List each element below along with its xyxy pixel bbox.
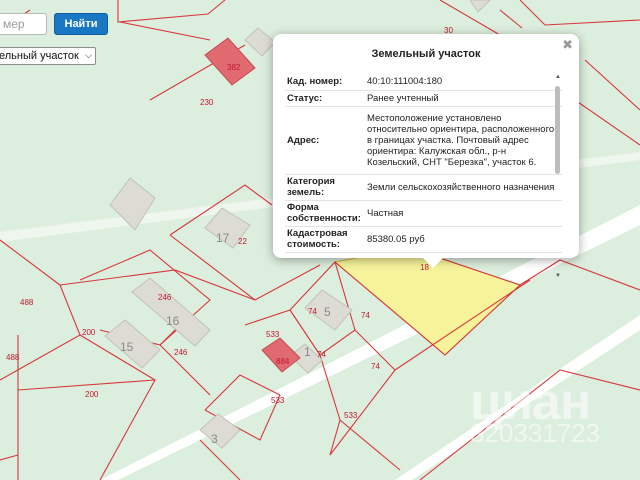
search-button[interactable]: Найти	[54, 13, 108, 35]
table-row: Кадастровая стоимость: 85380.05 руб	[285, 226, 562, 253]
plot-number: 74	[317, 350, 326, 359]
plot-number: 488	[20, 298, 34, 307]
watermark-id: 320331723	[470, 418, 601, 448]
house-number: 1	[304, 345, 311, 359]
layer-select-value: ельный участок	[0, 50, 79, 62]
layer-select[interactable]: ельный участок ⌵	[0, 47, 96, 65]
scroll-up-icon[interactable]: ▲	[554, 74, 562, 80]
row-value: 40:10:111004:180	[365, 74, 562, 91]
table-row: Категория земель: Земли сельскохозяйстве…	[285, 174, 562, 201]
plot-number: 533	[271, 396, 285, 405]
search-input[interactable]	[0, 13, 47, 35]
close-icon[interactable]: ✖	[562, 37, 573, 53]
plot-number: 533	[344, 411, 358, 420]
plot-number: 74	[361, 311, 370, 320]
row-key: Кадастровая стоимость:	[285, 226, 365, 253]
plot-number: 230	[200, 98, 214, 107]
plot-number: 488	[6, 353, 20, 362]
row-value: 85380.05 руб	[365, 226, 562, 253]
table-row: Статус: Ранее учтенный	[285, 90, 562, 107]
plot-number: 74	[308, 307, 317, 316]
house-number: 17	[216, 231, 230, 245]
chevron-down-icon: ⌵	[85, 50, 92, 60]
row-value: Ранее учтенный	[365, 90, 562, 107]
row-value: Земли сельскохозяйственного назначения	[365, 174, 562, 201]
plot-number: 246	[158, 293, 172, 302]
house-number: 15	[120, 340, 134, 354]
plot-number: 533	[266, 330, 280, 339]
plot-number: 200	[85, 390, 99, 399]
row-value: Местоположение установлено относительно …	[365, 106, 562, 175]
plot-number: 382	[227, 63, 241, 72]
row-key: Форма собственности:	[285, 200, 365, 227]
row-key: Адрес:	[285, 106, 365, 175]
parcel-info-popup: Земельный участок ✖ Кад. номер: 40:10:11…	[273, 34, 579, 279]
popup-pointer	[423, 258, 443, 268]
house-number: 3	[211, 432, 218, 446]
popup-scrollbar[interactable]: ▲ ▼	[554, 74, 562, 279]
house-number: 5	[324, 305, 331, 319]
popup-title: Земельный участок	[371, 48, 481, 60]
row-key: Статус:	[285, 90, 365, 107]
plot-number: 22	[238, 237, 247, 246]
table-row: Кад. номер: 40:10:111004:180	[285, 74, 562, 91]
plot-number: 200	[82, 328, 96, 337]
row-value: Частная	[365, 200, 562, 227]
table-row: Адрес: Местоположение установлено относи…	[285, 106, 562, 175]
plot-number: 246	[174, 348, 188, 357]
row-key: Категория земель:	[285, 174, 365, 201]
row-key: Кад. номер:	[285, 74, 365, 91]
popup-body: Кад. номер: 40:10:111004:180 Статус: Ран…	[285, 74, 562, 282]
scroll-down-icon[interactable]: ▼	[554, 273, 562, 279]
table-row: Форма собственности: Частная	[285, 200, 562, 227]
house-number: 16	[166, 314, 180, 328]
scroll-thumb[interactable]	[555, 86, 560, 174]
plot-number: 884	[276, 357, 290, 366]
plot-number: 74	[371, 362, 380, 371]
parcel-info-table: Кад. номер: 40:10:111004:180 Статус: Ран…	[285, 74, 562, 253]
